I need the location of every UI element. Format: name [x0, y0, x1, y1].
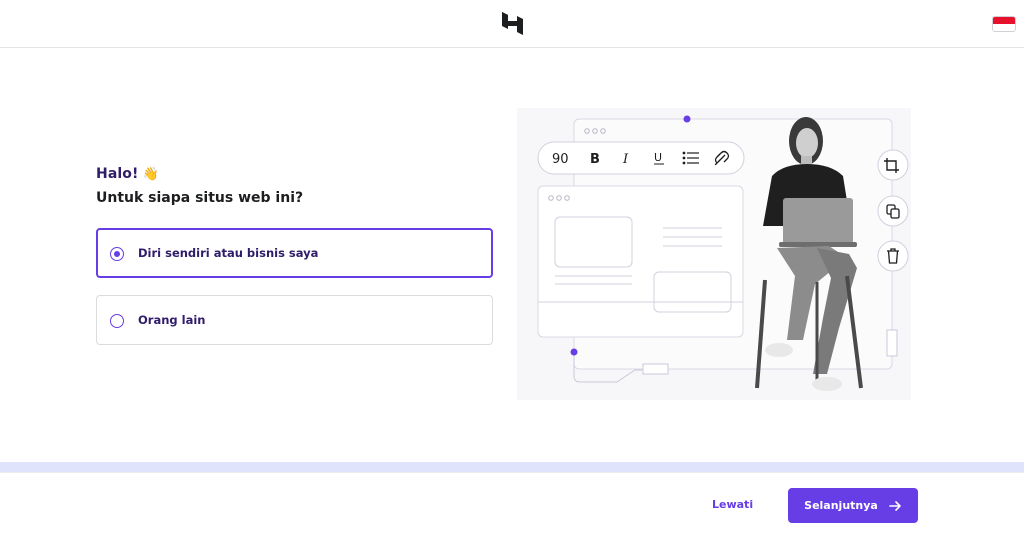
radio-selected-icon[interactable]	[110, 247, 124, 261]
skip-button[interactable]: Lewati	[712, 498, 753, 511]
indonesia-flag-icon[interactable]	[992, 16, 1016, 32]
option-label: Diri sendiri atau bisnis saya	[138, 246, 319, 260]
radio-unselected-icon[interactable]	[110, 314, 124, 328]
website-editor-illustration: 90 B I U	[517, 108, 911, 400]
toolbar-font-size: 90	[552, 152, 569, 167]
svg-text:U: U	[654, 151, 662, 164]
option-self-or-business[interactable]: Diri sendiri atau bisnis saya	[96, 228, 493, 278]
option-label: Orang lain	[138, 313, 206, 327]
page-question: Untuk siapa situs web ini?	[96, 190, 304, 206]
next-button[interactable]: Selanjutnya	[788, 488, 918, 523]
italic-icon: I	[622, 152, 629, 167]
svg-text:B: B	[590, 152, 600, 167]
copy-icon	[877, 195, 909, 227]
crop-icon	[877, 149, 909, 181]
option-someone-else[interactable]: Orang lain	[96, 295, 493, 345]
greeting-heading: Halo! 👋	[96, 166, 159, 182]
svg-text:I: I	[622, 152, 629, 167]
footer-divider	[0, 472, 1024, 473]
next-button-label: Selanjutnya	[804, 499, 878, 512]
hostinger-logo-icon[interactable]	[502, 12, 523, 35]
trash-icon	[877, 240, 909, 272]
waving-hand-icon: 👋	[142, 167, 159, 182]
top-header	[0, 0, 1024, 48]
greeting-text: Halo!	[96, 166, 139, 182]
progress-bar-track	[0, 462, 1024, 472]
arrow-right-icon	[889, 500, 901, 511]
bold-icon: B	[590, 152, 600, 167]
